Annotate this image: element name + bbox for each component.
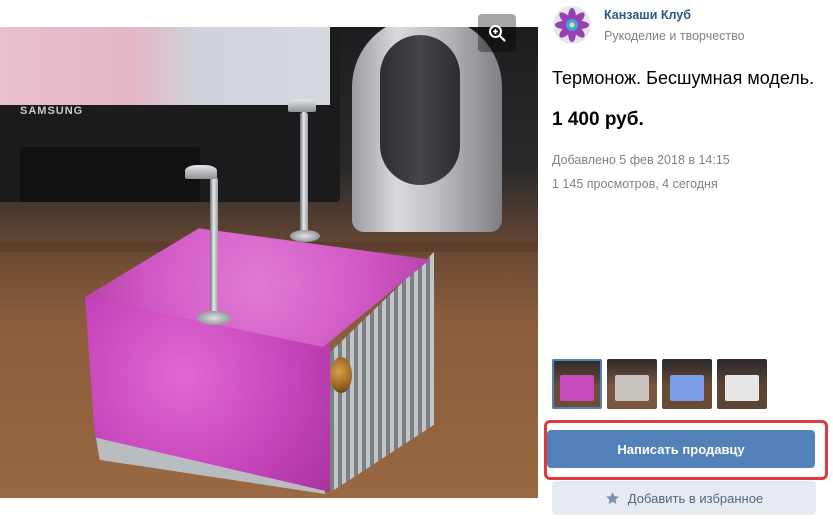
zoom-button[interactable]: [478, 14, 516, 52]
wing-nut-right: [288, 99, 316, 112]
rod-foot-right: [290, 230, 320, 242]
monitor-brand: SAMSUNG: [20, 105, 84, 117]
product-photo-area: SAMSUNG: [0, 0, 538, 524]
thumbnail-strip: [552, 359, 767, 409]
monitor-screen: [0, 27, 330, 105]
write-seller-button[interactable]: Написать продавцу: [547, 430, 815, 468]
product-title: Термонож. Бесшумная модель.: [552, 68, 815, 88]
thumbnail-product: [615, 375, 649, 401]
thumbnail-product: [560, 375, 594, 401]
thumbnail-3[interactable]: [662, 359, 712, 409]
add-favorites-button[interactable]: Добавить в избранное: [552, 481, 816, 515]
search-zoom-icon: [489, 25, 506, 42]
thumbnail-1[interactable]: [552, 359, 602, 409]
rod-left: [210, 177, 218, 317]
shop-category: Рукоделие и творчество: [604, 29, 745, 43]
thumbnail-product: [725, 375, 759, 401]
thumbnail-2[interactable]: [607, 359, 657, 409]
thumbnail-product: [670, 375, 704, 401]
add-favorites-label: Добавить в избранное: [627, 490, 764, 506]
kanzashi-flower-avatar: [555, 8, 589, 42]
added-date: Добавлено 5 фев 2018 в 14:15: [552, 153, 730, 167]
product-photo[interactable]: SAMSUNG: [0, 27, 538, 498]
star-icon: [605, 491, 619, 504]
rod-foot-left: [197, 311, 231, 325]
product-info-panel: Канзаши Клуб Рукоделие и творчество Терм…: [538, 0, 833, 524]
shop-avatar[interactable]: [553, 6, 591, 44]
monitor-stand: [20, 147, 200, 202]
background-speaker: [352, 27, 502, 232]
rod-right: [300, 112, 308, 237]
background-monitor: SAMSUNG: [0, 27, 340, 202]
speaker-grille: [380, 35, 460, 185]
product-price: 1 400 руб.: [552, 109, 644, 130]
shop-name-link[interactable]: Канзаши Клуб: [604, 7, 745, 23]
wing-nut-left: [185, 165, 217, 179]
thumbnail-4[interactable]: [717, 359, 767, 409]
views-count: 1 145 просмотров, 4 сегодня: [552, 177, 718, 191]
box-knob: [330, 357, 352, 393]
shop-header: Канзаши Клуб Рукоделие и творчество: [553, 6, 745, 44]
